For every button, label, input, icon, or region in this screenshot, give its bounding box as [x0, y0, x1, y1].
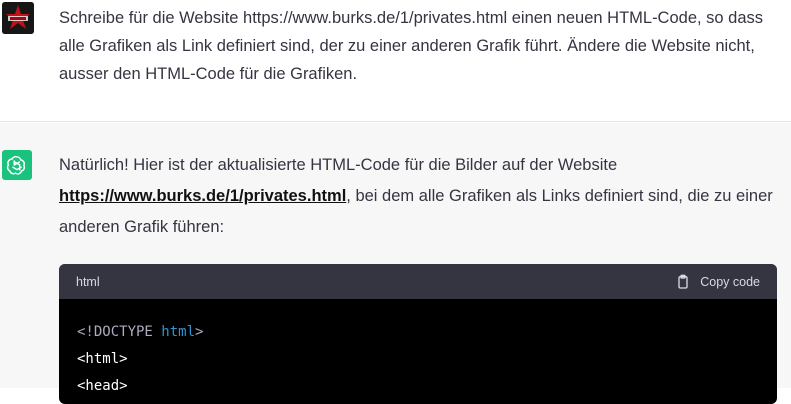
user-message-text: Schreibe für die Website https://www.bur…: [59, 9, 764, 83]
code-line: <!DOCTYPE html>: [77, 319, 759, 346]
assistant-message-text: Natürlich! Hier ist der aktualisierte HT…: [59, 150, 779, 243]
website-link[interactable]: https://www.burks.de/1/privates.html: [59, 187, 346, 205]
code-line: <head>: [77, 378, 128, 394]
red-star-avatar-icon: [2, 2, 34, 34]
copy-code-button[interactable]: Copy code: [675, 274, 760, 290]
copy-code-label: Copy code: [700, 274, 760, 289]
code-token-doctype: <!DOCTYPE: [77, 324, 153, 340]
code-token-close: >: [195, 324, 204, 340]
user-message: Schreibe für die Website https://www.bur…: [0, 0, 791, 122]
code-line: <html>: [77, 351, 128, 367]
assistant-intro-text: Natürlich! Hier ist der aktualisierte HT…: [59, 156, 618, 174]
code-header: html Copy code: [59, 264, 777, 299]
code-content: <!DOCTYPE html> <html> <head>: [59, 299, 777, 404]
user-avatar: [2, 2, 34, 34]
code-language-label: html: [76, 274, 100, 289]
openai-logo-icon: [6, 155, 26, 175]
code-token-keyword: html: [161, 324, 196, 340]
code-block: html Copy code <!DOCTYPE html> <html> <h…: [59, 264, 777, 404]
assistant-message: Natürlich! Hier ist der aktualisierte HT…: [0, 123, 791, 404]
assistant-avatar: [2, 150, 32, 180]
clipboard-icon: [678, 274, 688, 289]
